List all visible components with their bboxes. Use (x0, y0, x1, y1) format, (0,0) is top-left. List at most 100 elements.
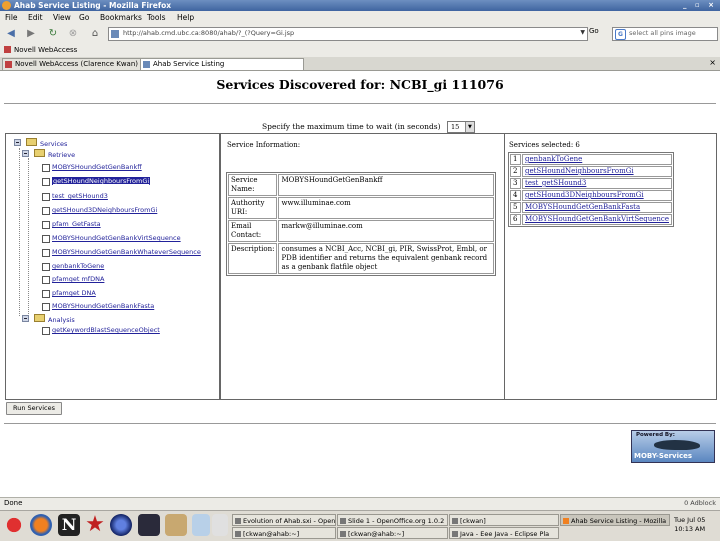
wait-label: Specify the maximum time to wait (in sec… (262, 122, 441, 131)
taskbar: N ★ Evolution of Ahab.sxi - OpenO Slide … (0, 510, 720, 541)
tree-item[interactable]: getSHound3DNeighboursFromGi (42, 206, 157, 215)
window-controls[interactable]: _ ▫ × (683, 1, 717, 9)
selected-service-link[interactable]: getSHound3DNeighboursFromGi (525, 191, 644, 199)
status-right[interactable]: 0 Adblock (684, 499, 716, 507)
selected-service-link[interactable]: MOBYSHoundGetGenBankFasta (525, 203, 640, 211)
info-value: consumes a NCBI_Acc, NCBI_gi, PIR, Swiss… (278, 243, 494, 274)
close-tab-icon[interactable]: × (709, 58, 716, 67)
tree-item[interactable]: MOBYSHoundGetGenBankWhateverSequence (42, 248, 201, 257)
page-title: Services Discovered for: NCBI_gi 111076 (216, 77, 504, 92)
menu-edit[interactable]: Edit (28, 13, 43, 22)
selected-heading: Services selected: 6 (509, 141, 580, 149)
back-icon[interactable]: ◀ (4, 27, 18, 41)
menu-tools[interactable]: Tools (147, 13, 165, 22)
tree-group-analysis[interactable]: Analysis (22, 314, 75, 324)
tree-item[interactable]: pfamget mfDNA (42, 275, 104, 284)
tree-item[interactable]: test_getSHound3 (42, 192, 108, 201)
service-checkbox[interactable] (42, 207, 50, 215)
service-checkbox[interactable] (42, 276, 50, 284)
selected-service-link[interactable]: test_getSHound3 (525, 179, 586, 187)
home-icon[interactable]: ⌂ (88, 27, 102, 41)
clock[interactable]: Tue Jul 05 10:13 AM (674, 516, 705, 534)
task-button[interactable]: [ckwan] (449, 514, 559, 526)
collapse-icon[interactable] (22, 315, 29, 322)
selected-service-link[interactable]: MOBYSHoundGetGenBankVirtSequence (525, 215, 669, 223)
workspace-icon[interactable] (192, 514, 210, 536)
files-launcher-icon[interactable] (165, 514, 187, 536)
row-number: 3 (510, 178, 521, 189)
row-number: 1 (510, 154, 521, 165)
menu-file[interactable]: File (5, 13, 18, 22)
firefox-icon (2, 1, 11, 10)
star-launcher-icon[interactable]: ★ (84, 514, 106, 536)
redhat-menu-icon[interactable] (3, 514, 25, 536)
task-button[interactable]: Slide 1 - OpenOffice.org 1.0.2 (337, 514, 448, 526)
tree-item[interactable]: genbankToGene (42, 262, 104, 271)
service-checkbox[interactable] (42, 235, 50, 243)
service-checkbox[interactable] (42, 303, 50, 311)
service-checkbox[interactable] (42, 164, 50, 172)
tree-item[interactable]: getSHoundNeighboursFromGi (42, 177, 151, 186)
row-number: 6 (510, 214, 521, 225)
tree-item[interactable]: pfamget DNA (42, 289, 96, 298)
tree-root[interactable]: Services (14, 138, 67, 148)
firefox-launcher-icon[interactable] (30, 514, 52, 536)
novell-launcher-icon[interactable]: N (58, 514, 80, 536)
tab-ahab-service-listing[interactable]: Ahab Service Listing (140, 58, 304, 70)
tree-item[interactable]: MOBYSHoundGetGenBankFasta (42, 302, 154, 311)
clock-time: 10:13 AM (674, 525, 706, 533)
tree-item[interactable]: pfam_GetFasta (42, 220, 101, 229)
selected-service-link[interactable]: getSHoundNeighboursFromGi (525, 167, 634, 175)
row-number: 4 (510, 190, 521, 201)
tree-item[interactable]: getKeywordBlastSequenceObject (42, 326, 160, 335)
collapse-icon[interactable] (14, 139, 21, 146)
terminal-launcher-icon[interactable] (138, 514, 160, 536)
selected-service-link[interactable]: genbankToGene (525, 155, 582, 163)
service-checkbox[interactable] (42, 263, 50, 271)
task-button[interactable]: Evolution of Ahab.sxi - OpenO (232, 514, 336, 526)
table-row: 5 MOBYSHoundGetGenBankFasta (510, 202, 672, 213)
menu-help[interactable]: Help (177, 13, 194, 22)
run-services-button[interactable]: Run Services (6, 402, 62, 415)
service-checkbox[interactable] (42, 221, 50, 229)
stop-icon[interactable]: ⊗ (66, 27, 80, 41)
google-search-icon[interactable]: G (615, 29, 626, 40)
forward-icon[interactable]: ▶ (24, 27, 38, 41)
workspace-icon[interactable] (212, 514, 228, 536)
tab-novell-webaccess[interactable]: Novell WebAccess (Clarence Kwan) (2, 58, 152, 70)
bookmark-icon (4, 46, 11, 53)
bookmark-novell[interactable]: Novell WebAccess (4, 46, 77, 54)
service-checkbox[interactable] (42, 327, 50, 335)
wait-time-select[interactable]: 15 ▼ (446, 121, 475, 133)
bookmarks-toolbar: Novell WebAccess (0, 44, 720, 58)
moby-services-logo[interactable]: Powered By: MOBY-Services (631, 430, 715, 463)
url-bar[interactable]: http://ahab.cmd.ubc.ca:8080/ahab/?_(?Que… (108, 27, 588, 41)
task-button[interactable]: Java - Eee Java - Eclipse Pla (449, 527, 559, 539)
tree-item[interactable]: MOBYSHoundGetGenBankVirtSequence (42, 234, 181, 243)
info-value: MOBYSHoundGetGenBankff (278, 174, 494, 196)
service-checkbox[interactable] (42, 193, 50, 201)
eclipse-launcher-icon[interactable] (110, 514, 132, 536)
reload-icon[interactable]: ↻ (46, 27, 60, 41)
tree-group-retrieve[interactable]: Retrieve (22, 149, 75, 159)
task-button[interactable]: Ahab Service Listing - Mozilla (560, 514, 670, 526)
table-row: 2 getSHoundNeighboursFromGi (510, 166, 672, 177)
url-dropdown-icon[interactable]: ▼ (580, 29, 585, 36)
task-button[interactable]: [ckwan@ahab:~] (232, 527, 336, 539)
menu-go[interactable]: Go (79, 13, 89, 22)
menu-view[interactable]: View (53, 13, 71, 22)
table-row: 4 getSHound3DNeighboursFromGi (510, 190, 672, 201)
service-info-heading: Service Information: (227, 141, 301, 149)
service-checkbox[interactable] (42, 178, 50, 186)
service-checkbox[interactable] (42, 290, 50, 298)
service-checkbox[interactable] (42, 249, 50, 257)
status-bar: Done 0 Adblock (0, 497, 720, 510)
task-button[interactable]: [ckwan@ahab:~] (337, 527, 448, 539)
menu-bookmarks[interactable]: Bookmarks (100, 13, 142, 22)
go-button[interactable]: Go (589, 27, 599, 35)
tab-favicon (143, 61, 150, 68)
window-title-bar[interactable]: Ahab Service Listing - Mozilla Firefox _… (0, 0, 720, 11)
tree-item[interactable]: MOBYSHoundGetGenBankff (42, 163, 142, 172)
search-input[interactable]: G select all pins image (612, 27, 718, 41)
collapse-icon[interactable] (22, 150, 29, 157)
